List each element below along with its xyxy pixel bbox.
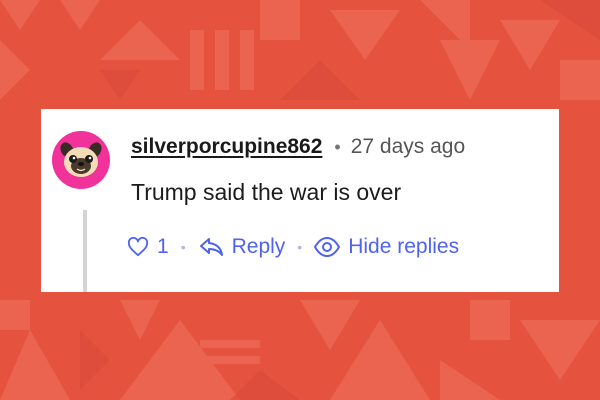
eye-icon [314,237,341,257]
avatar[interactable] [52,131,110,189]
comment-text: Trump said the war is over [131,179,402,205]
comment-header: silverporcupine862 • 27 days ago [131,130,465,164]
timestamp: 27 days ago [350,135,466,158]
heart-icon [127,237,149,257]
reply-label: Reply [231,235,286,258]
like-button[interactable]: 1 [127,235,169,259]
action-separator: • [297,239,303,255]
meta-separator: • [334,136,341,157]
hide-replies-button[interactable]: Hide replies [314,235,459,259]
reply-button[interactable]: Reply [198,235,286,259]
comment-card: silverporcupine862 • 27 days ago Trump s… [41,109,559,292]
username-link[interactable]: silverporcupine862 [131,135,322,159]
action-separator: • [180,239,186,255]
like-count: 1 [157,235,169,258]
thread-line[interactable] [83,210,87,292]
reply-arrow-icon [199,238,223,256]
hide-replies-label: Hide replies [348,235,460,258]
pug-face-avatar-icon [60,142,102,177]
comment-actions: 1 • Reply • Hide replies [127,229,459,265]
